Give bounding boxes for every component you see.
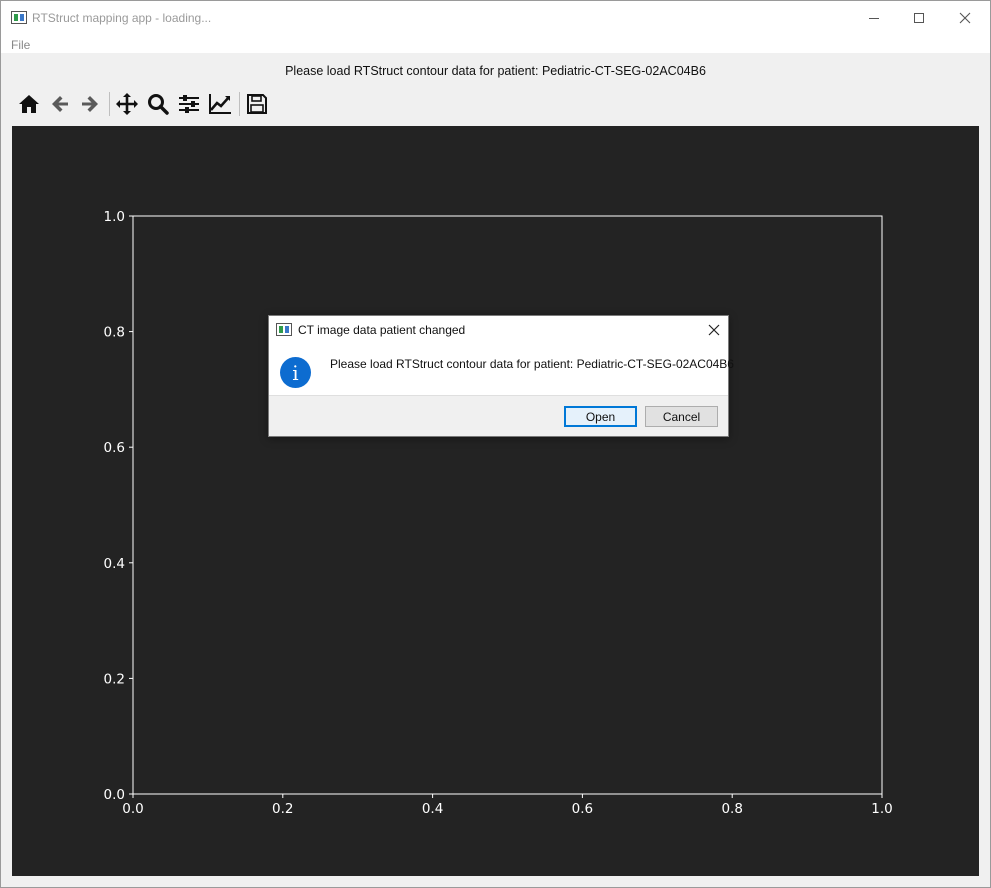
dialog-close-button[interactable] [705, 321, 723, 339]
pan-icon [116, 93, 138, 115]
cancel-button[interactable]: Cancel [645, 406, 718, 427]
edit-axes-button[interactable] [206, 90, 234, 118]
back-button[interactable] [46, 90, 74, 118]
dialog-title: CT image data patient changed [298, 323, 466, 337]
edit-axes-icon [209, 94, 231, 114]
x-tick-label: 0.4 [422, 801, 443, 817]
dialog-app-icon [276, 323, 292, 336]
maximize-button[interactable] [896, 1, 942, 35]
app-window: RTStruct mapping app - loading... File P… [0, 0, 991, 888]
y-tick-label: 1.0 [104, 209, 125, 225]
x-tick-label: 0.2 [272, 801, 293, 817]
info-dialog: CT image data patient changed i Please l… [268, 315, 734, 437]
zoom-icon [148, 94, 169, 115]
y-tick-label: 0.2 [104, 671, 125, 687]
forward-icon [82, 96, 98, 112]
x-tick-label: 1.0 [871, 801, 892, 817]
subplots-icon [179, 95, 199, 113]
close-icon [959, 12, 971, 24]
dialog-footer: Open Cancel [269, 395, 728, 436]
y-tick-label: 0.8 [104, 325, 125, 341]
minimize-icon [869, 17, 879, 19]
zoom-button[interactable] [144, 90, 172, 118]
y-tick-label: 0.6 [104, 440, 125, 456]
info-icon: i [280, 357, 311, 388]
save-button[interactable] [243, 90, 271, 118]
y-tick-label: 0.0 [104, 787, 125, 803]
home-button[interactable] [15, 90, 43, 118]
menu-bar: File [1, 35, 990, 53]
minimize-button[interactable] [851, 1, 897, 35]
plot-canvas[interactable]: 0.0 0.2 0.4 0.6 0.8 1.0 0.0 0.2 0.4 0.6 0.8 1.0 [12, 126, 979, 876]
status-message: Please load RTStruct contour data for pa… [285, 64, 706, 78]
info-icon-glyph: i [292, 360, 299, 385]
y-tick-label: 0.4 [104, 556, 125, 572]
window-title: RTStruct mapping app - loading... [32, 11, 212, 25]
toolbar-separator [109, 92, 110, 116]
close-window-button[interactable] [942, 1, 988, 35]
forward-button[interactable] [76, 90, 104, 118]
x-tick-label: 0.6 [572, 801, 593, 817]
title-bar[interactable]: RTStruct mapping app - loading... [1, 1, 990, 35]
back-icon [52, 96, 68, 112]
axes-frame [132, 215, 883, 795]
chart: 0.0 0.2 0.4 0.6 0.8 1.0 0.0 0.2 0.4 0.6 0.8 1.0 [104, 209, 893, 817]
open-button[interactable]: Open [564, 406, 637, 427]
dialog-message: Please load RTStruct contour data for pa… [330, 357, 734, 371]
app-icon [11, 11, 27, 24]
x-tick-label: 0.0 [122, 801, 143, 817]
subplots-button[interactable] [175, 90, 203, 118]
toolbar-separator [239, 92, 240, 116]
x-tick-label: 0.8 [721, 801, 742, 817]
maximize-icon [914, 13, 924, 23]
menu-file[interactable]: File [11, 38, 30, 52]
save-icon [247, 94, 267, 114]
home-icon [19, 95, 39, 113]
pan-button[interactable] [113, 90, 141, 118]
close-icon [708, 324, 720, 336]
